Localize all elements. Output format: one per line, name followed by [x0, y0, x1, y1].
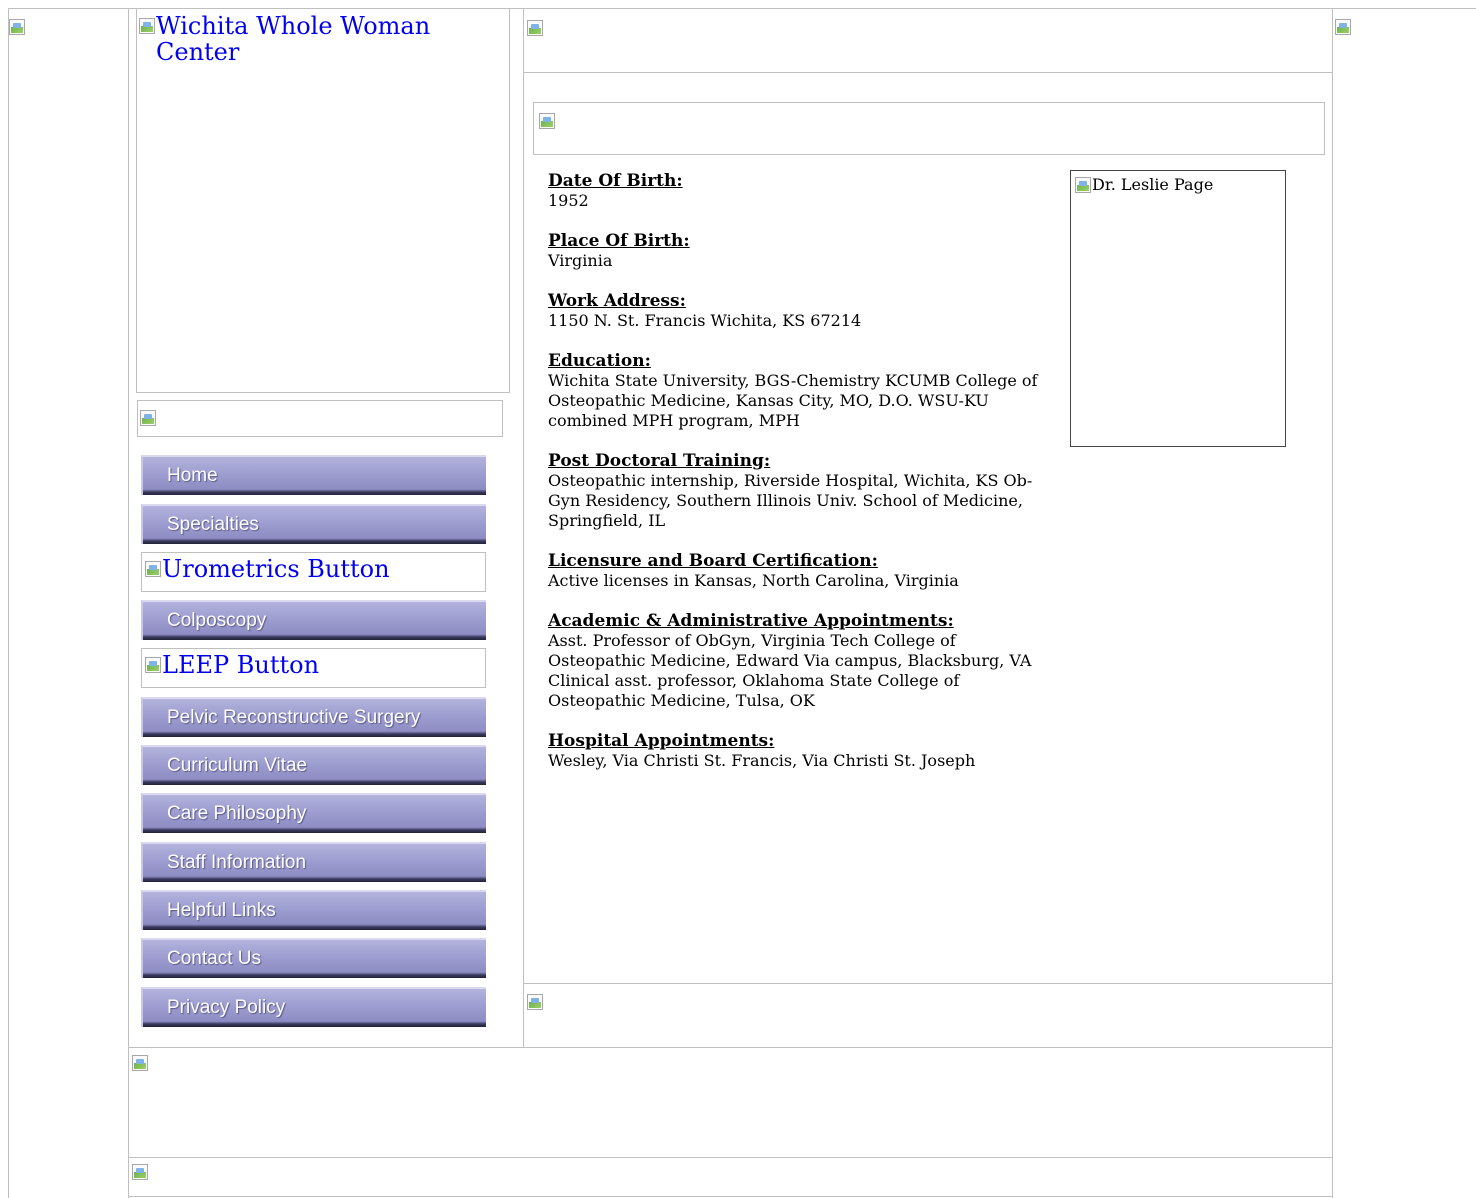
nav-label: LEEP Button	[162, 651, 320, 679]
footer-banner-2	[128, 1157, 1333, 1197]
profile-section: Place Of Birth: Virginia	[548, 231, 1053, 271]
profile-label: Work Address:	[548, 291, 686, 311]
left-spacer-cell	[8, 8, 129, 1198]
top-banner	[523, 8, 1333, 73]
profile-value: Active licenses in Kansas, North Carolin…	[548, 571, 959, 590]
profile-section: Hospital Appointments: Wesley, Via Christ…	[548, 731, 1053, 771]
nav-label: Curriculum Vitae	[167, 755, 308, 776]
nav-label: Staff Information	[167, 852, 307, 873]
nav-care-philosophy-button[interactable]: Care Philosophy	[141, 793, 486, 833]
profile-label: Post Doctoral Training:	[548, 451, 771, 471]
nav-label: Pelvic Reconstructive Surgery	[167, 707, 421, 728]
nav-urometrics-button[interactable]: Urometrics Button	[141, 552, 486, 592]
logo-alt-text: Wichita Whole Woman Center	[156, 12, 431, 67]
nav-label: Helpful Links	[167, 900, 276, 921]
nav-helpful-links-button[interactable]: Helpful Links	[141, 890, 486, 930]
profile-value: Osteopathic internship, Riverside Hospit…	[548, 471, 1033, 530]
nav-label: Specialties	[167, 514, 259, 535]
profile-section: Post Doctoral Training: Osteopathic inter…	[548, 451, 1053, 531]
broken-image-icon	[145, 561, 161, 577]
page-title-banner	[533, 102, 1325, 155]
nav-colposcopy-button[interactable]: Colposcopy	[141, 600, 486, 640]
broken-image-icon	[1075, 177, 1091, 193]
profile-value: Wichita State University, BGS-Chemistry …	[548, 371, 1038, 430]
nav-label: Contact Us	[167, 948, 261, 969]
sidebar-banner	[137, 400, 503, 437]
nav-label: Home	[167, 465, 218, 486]
nav-pelvic-reconstructive-surgery-button[interactable]: Pelvic Reconstructive Surgery	[141, 697, 486, 737]
profile-value: Asst. Professor of ObGyn, Virginia Tech …	[548, 631, 1032, 710]
nav-label: Privacy Policy	[167, 997, 286, 1018]
profile-section: Academic & Administrative Appointments: A…	[548, 611, 1053, 711]
nav-privacy-policy-button[interactable]: Privacy Policy	[141, 987, 486, 1027]
broken-image-icon	[132, 1055, 148, 1071]
broken-image-icon	[527, 20, 543, 36]
profile-value: Virginia	[548, 251, 613, 270]
doctor-photo: Dr. Leslie Page	[1070, 170, 1286, 447]
right-spacer-cell	[1332, 8, 1476, 1198]
profile-value: 1150 N. St. Francis Wichita, KS 67214	[548, 311, 862, 330]
broken-image-icon	[9, 19, 25, 35]
nav-label: Urometrics Button	[162, 555, 390, 583]
doctor-photo-alt: Dr. Leslie Page	[1092, 175, 1214, 194]
profile-section: Licensure and Board Certification: Active…	[548, 551, 1053, 591]
profile-section: Date Of Birth: 1952	[548, 171, 1053, 211]
nav-home-button[interactable]: Home	[141, 455, 486, 495]
profile-section: Work Address: 1150 N. St. Francis Wichita…	[548, 291, 1053, 331]
nav-specialties-button[interactable]: Specialties	[141, 504, 486, 544]
profile-label: Education:	[548, 351, 651, 371]
nav-staff-information-button[interactable]: Staff Information	[141, 842, 486, 882]
nav-label: Care Philosophy	[167, 803, 307, 824]
nav-label: Colposcopy	[167, 610, 267, 631]
profile-label: Academic & Administrative Appointments:	[548, 611, 954, 631]
profile-label: Date Of Birth:	[548, 171, 683, 191]
broken-image-icon	[132, 1164, 148, 1180]
nav-curriculum-vitae-button[interactable]: Curriculum Vitae	[141, 745, 486, 785]
profile-section: Education: Wichita State University, BGS-…	[548, 351, 1053, 431]
footer-banner	[128, 1047, 1333, 1158]
profile-details: Date Of Birth: 1952 Place Of Birth: Virgini…	[548, 171, 1053, 791]
broken-image-icon	[1335, 19, 1351, 35]
broken-image-icon	[527, 994, 543, 1010]
profile-value: Wesley, Via Christi St. Francis, Via Chr…	[548, 751, 976, 770]
logo-link[interactable]: Wichita Whole Woman Center	[139, 13, 509, 66]
logo-cell: Wichita Whole Woman Center	[136, 8, 510, 393]
content-footer-banner	[523, 983, 1333, 1048]
profile-value: 1952	[548, 191, 589, 210]
broken-image-icon	[140, 410, 156, 426]
broken-image-icon	[539, 113, 555, 129]
profile-label: Hospital Appointments:	[548, 731, 775, 751]
broken-image-icon	[139, 18, 155, 34]
broken-image-icon	[145, 657, 161, 673]
profile-label: Place Of Birth:	[548, 231, 690, 251]
profile-label: Licensure and Board Certification:	[548, 551, 878, 571]
nav-leep-button[interactable]: LEEP Button	[141, 648, 486, 688]
nav-contact-us-button[interactable]: Contact Us	[141, 938, 486, 978]
